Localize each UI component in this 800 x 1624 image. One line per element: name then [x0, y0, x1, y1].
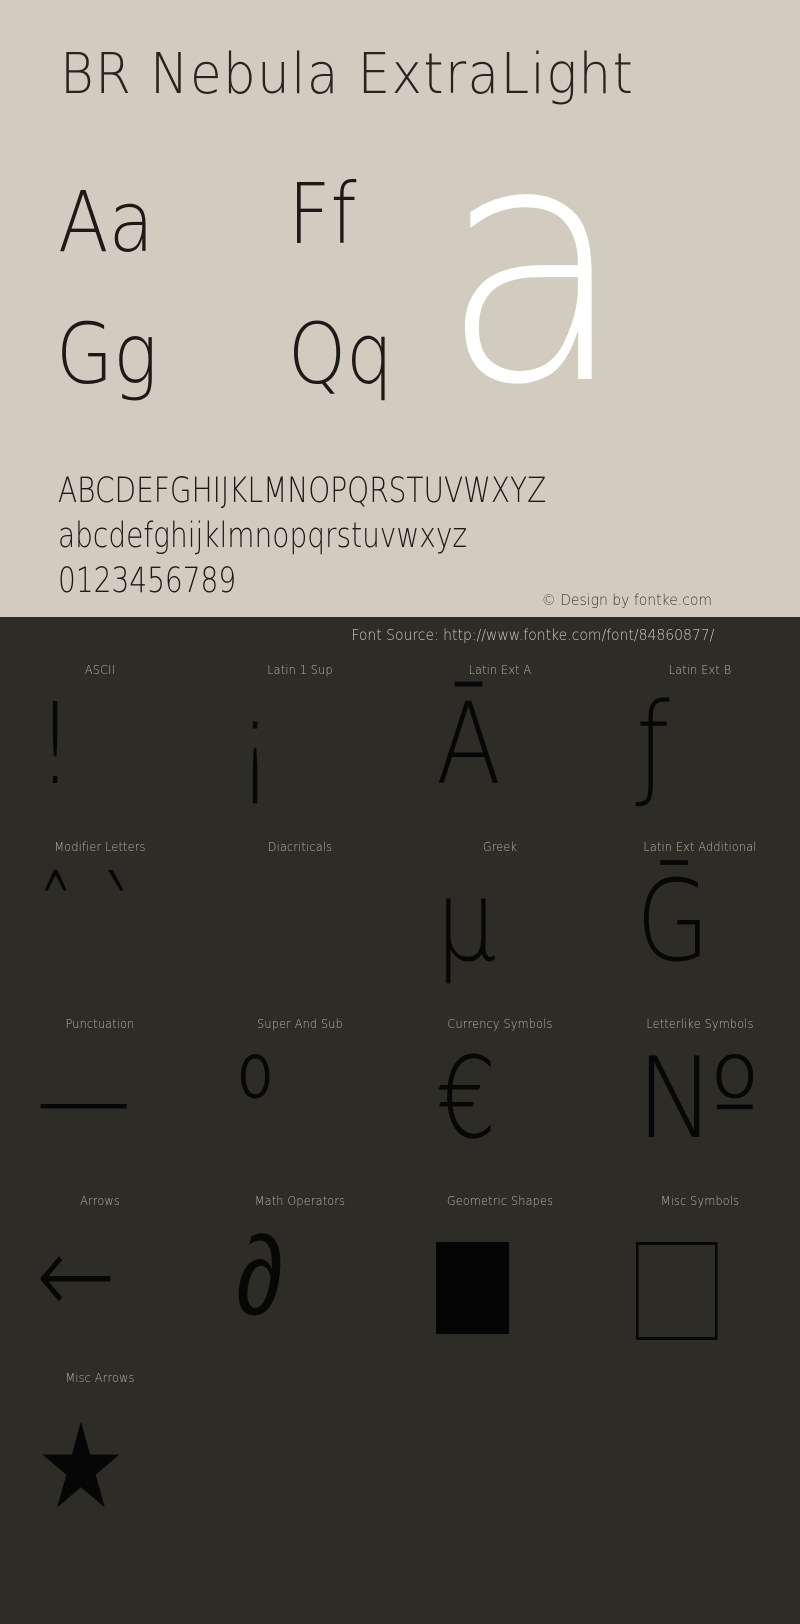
unicode-block-label: Diacriticals — [267, 839, 333, 854]
unicode-block-glyph: Ā — [436, 680, 502, 810]
unicode-block-label: Math Operators — [254, 1193, 346, 1208]
unicode-block-label: Geometric Shapes — [446, 1193, 554, 1208]
unicode-block-label: Currency Symbols — [447, 1016, 553, 1031]
unicode-block-label: Latin Ext A — [468, 662, 532, 677]
sample-pair-qq: Qq — [288, 305, 394, 403]
unicode-block-cell: Geometric Shapes — [400, 1178, 600, 1355]
sample-pair-ff: Ff — [288, 165, 357, 263]
font-source-url[interactable]: Font Source: http://www.fontke.com/font/… — [351, 626, 714, 644]
unicode-blocks-panel: Font Source: http://www.fontke.com/font/… — [0, 617, 800, 1624]
sample-pair-gg: Gg — [56, 305, 158, 403]
unicode-block-label: Latin 1 Sup — [267, 662, 333, 677]
unicode-block-glyph: ! — [36, 680, 75, 810]
specimen-light-panel: BR Nebula ExtraLight Aa Ff Gg Qq a ABCDE… — [0, 0, 800, 617]
unicode-block-label: Greek — [482, 839, 518, 854]
unicode-block-glyph: € — [436, 1034, 497, 1164]
copyright-notice: © Design by fontke.com — [541, 591, 712, 609]
alphabet-digits: 0123456789 — [58, 561, 237, 601]
unicode-block-glyph: ˆ ˋ — [36, 857, 140, 987]
unicode-block-cell: Super And Sub ⁰ — [200, 1001, 400, 1178]
unicode-block-glyph — [436, 1216, 509, 1334]
unicode-block-glyph: № — [636, 1034, 760, 1164]
unicode-block-label: Punctuation — [65, 1016, 135, 1031]
unicode-block-glyph: ƒ — [636, 680, 670, 810]
unicode-block-cell: Diacriticals — [200, 824, 400, 1001]
unicode-block-cell: Misc Arrows — [0, 1355, 200, 1532]
unicode-block-cell: Greek μ — [400, 824, 600, 1001]
unicode-block-label: Latin Ext B — [668, 662, 732, 677]
unicode-block-glyph: ¡ — [236, 680, 275, 810]
unicode-block-glyph — [36, 1393, 126, 1525]
alphabet-uppercase: ABCDEFGHIJKLMNOPQRSTUVWXYZ — [58, 471, 547, 511]
alphabet-block: ABCDEFGHIJKLMNOPQRSTUVWXYZ abcdefghijklm… — [58, 474, 668, 609]
unicode-block-label: Latin Ext Additional — [643, 839, 757, 854]
unicode-block-cell: Currency Symbols € — [400, 1001, 600, 1178]
unicode-block-glyph: — — [36, 1034, 132, 1164]
alphabet-lowercase: abcdefghijklmnopqrstuvwxyz — [58, 516, 468, 556]
sample-pair-aa: Aa — [58, 173, 154, 271]
unicode-block-label: Misc Symbols — [660, 1193, 740, 1208]
unicode-block-cell: Punctuation — — [0, 1001, 200, 1178]
sample-glyph-group: Aa Ff Gg Qq a — [0, 100, 800, 440]
unicode-block-label: Modifier Letters — [54, 839, 146, 854]
unicode-block-label: ASCII — [84, 662, 116, 677]
unicode-block-label: Arrows — [80, 1193, 120, 1208]
unicode-block-glyph: ⁰ — [236, 1034, 275, 1164]
unicode-block-grid: ASCII! Latin 1 Sup ¡ Latin Ext A Ā Latin Ext … — [0, 647, 800, 1532]
unicode-block-cell: Arrows ← — [0, 1178, 200, 1355]
unicode-block-cell: Letterlike Symbols № — [600, 1001, 800, 1178]
unicode-block-cell: ASCII! — [0, 647, 200, 824]
unicode-block-cell: Misc Symbols — [600, 1178, 800, 1355]
unicode-block-cell: Modifier Letters ˆ ˋ — [0, 824, 200, 1001]
font-specimen-page: BR Nebula ExtraLight Aa Ff Gg Qq a ABCDE… — [0, 0, 800, 1624]
unicode-block-cell: Latin 1 Sup ¡ — [200, 647, 400, 824]
unicode-block-glyph: ← — [36, 1211, 116, 1341]
unicode-block-glyph: μ — [436, 857, 497, 987]
unicode-block-cell: Math Operators ∂ — [200, 1178, 400, 1355]
unicode-block-label: Misc Arrows — [65, 1370, 135, 1385]
unicode-block-cell: Latin Ext Additional Ḡ — [600, 824, 800, 1001]
unicode-block-glyph — [636, 1216, 718, 1340]
unicode-block-cell: Latin Ext B ƒ — [600, 647, 800, 824]
unicode-block-label: Super And Sub — [257, 1016, 343, 1031]
unicode-block-label: Letterlike Symbols — [646, 1016, 754, 1031]
unicode-block-cell: Latin Ext A Ā — [400, 647, 600, 824]
feature-glyph-a: a — [440, 73, 627, 457]
unicode-block-glyph: ∂ — [236, 1211, 284, 1341]
unicode-block-glyph: Ḡ — [636, 857, 710, 987]
